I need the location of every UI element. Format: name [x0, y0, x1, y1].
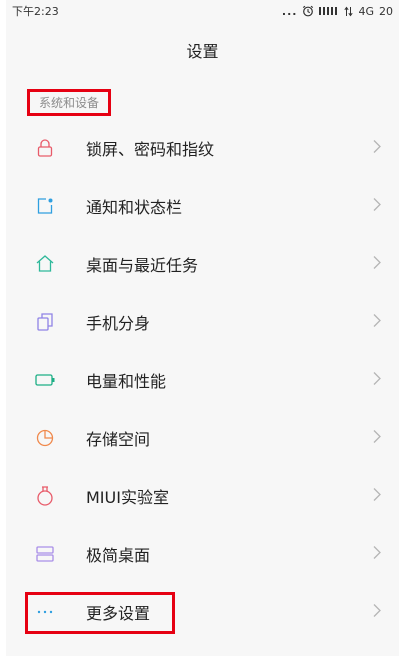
settings-item-label: 锁屏、密码和指纹 — [86, 140, 215, 159]
lab-flask-icon — [32, 483, 58, 509]
simple-desktop-icon — [32, 541, 58, 567]
home-icon — [32, 251, 58, 277]
settings-item-second-space[interactable]: 手机分身 — [6, 293, 399, 351]
section-header-system-devices: 系统和设备 — [27, 89, 111, 116]
chevron-right-icon — [373, 371, 381, 390]
settings-item-label: MIUI实验室 — [86, 488, 169, 507]
settings-screen: 下午2:23 ... 4G 20 设置 系统和设备 锁屏、密码和指纹 通知和状态… — [6, 0, 399, 656]
status-icons: ... 4G 20 — [282, 5, 393, 18]
settings-item-label: 电量和性能 — [86, 372, 167, 391]
notification-icon — [32, 193, 58, 219]
chevron-right-icon — [373, 603, 381, 622]
battery-icon — [32, 367, 58, 393]
chevron-right-icon — [373, 545, 381, 564]
highlight-box-more-settings — [25, 592, 175, 634]
settings-item-simple-desktop[interactable]: 极简桌面 — [6, 525, 399, 583]
settings-item-label: 手机分身 — [86, 314, 151, 333]
settings-item-lock-screen[interactable]: 锁屏、密码和指纹 — [6, 119, 399, 177]
storage-icon — [32, 425, 58, 451]
alarm-icon — [302, 5, 314, 17]
battery-level: 20 — [379, 4, 393, 18]
clone-icon — [32, 309, 58, 335]
settings-item-label: 极简桌面 — [86, 546, 151, 565]
settings-item-label: 桌面与最近任务 — [86, 256, 199, 275]
section-header-label: 系统和设备 — [38, 96, 99, 110]
status-dots: ... — [281, 4, 298, 18]
status-bar: 下午2:23 ... 4G 20 — [6, 0, 399, 22]
signal-icon — [319, 6, 339, 16]
settings-list: 锁屏、密码和指纹 通知和状态栏 桌面与最近任务 手机分身 电量和性能 存储空间 … — [6, 119, 399, 641]
data-transfer-icon — [344, 6, 354, 17]
page-title: 设置 — [186, 42, 219, 61]
settings-item-storage[interactable]: 存储空间 — [6, 409, 399, 467]
status-time: 下午2:23 — [12, 5, 59, 18]
chevron-right-icon — [373, 429, 381, 448]
settings-item-label: 存储空间 — [86, 430, 151, 449]
chevron-right-icon — [373, 313, 381, 332]
settings-item-desktop-recents[interactable]: 桌面与最近任务 — [6, 235, 399, 293]
settings-item-battery-performance[interactable]: 电量和性能 — [6, 351, 399, 409]
lock-icon — [32, 135, 58, 161]
chevron-right-icon — [373, 487, 381, 506]
settings-item-miui-lab[interactable]: MIUI实验室 — [6, 467, 399, 525]
chevron-right-icon — [373, 197, 381, 216]
network-type: 4G — [358, 4, 374, 18]
chevron-right-icon — [373, 255, 381, 274]
settings-item-notification[interactable]: 通知和状态栏 — [6, 177, 399, 235]
settings-item-label: 通知和状态栏 — [86, 198, 183, 217]
chevron-right-icon — [373, 139, 381, 158]
